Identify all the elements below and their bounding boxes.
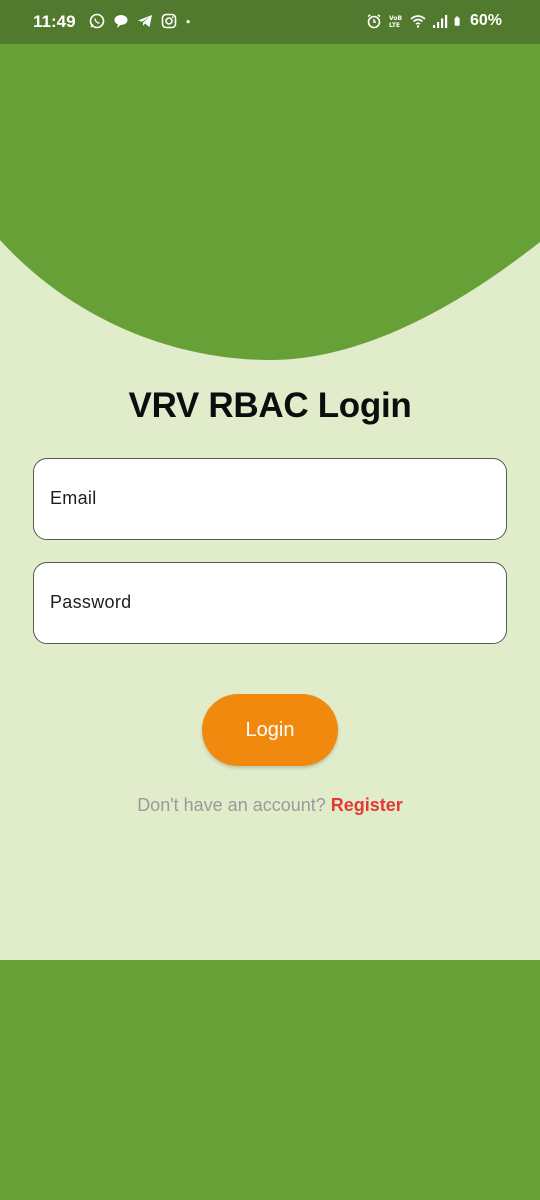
dot-icon: [186, 20, 190, 24]
notification-icons: [89, 13, 195, 29]
instagram-icon: [161, 13, 177, 29]
password-field[interactable]: Password: [33, 562, 507, 644]
svg-text:LTE: LTE: [389, 22, 400, 29]
battery-percent: 60%: [469, 12, 502, 29]
status-bar: 11:49 VoB LTE 60%: [0, 0, 540, 44]
register-prompt: Don't have an account?: [137, 795, 326, 815]
volte-icon: VoB LTE: [389, 15, 402, 29]
telegram-icon: [138, 15, 152, 27]
svg-text:VoB: VoB: [389, 15, 402, 22]
whatsapp-icon: [89, 13, 105, 29]
register-link[interactable]: Register: [331, 795, 403, 815]
login-button[interactable]: Login: [202, 694, 338, 766]
email-field[interactable]: Email: [33, 458, 507, 540]
header-wave: [0, 44, 540, 360]
page-title: VRV RBAC Login: [128, 386, 412, 425]
footer-band: [0, 960, 540, 1200]
system-status: VoB LTE 60%: [366, 12, 502, 30]
signal-icon: [432, 15, 448, 28]
status-time: 11:49: [33, 12, 76, 31]
chat-bubble-icon: [114, 15, 128, 28]
password-label: Password: [50, 592, 132, 612]
wifi-icon: [410, 15, 426, 28]
alarm-icon: [367, 14, 381, 29]
battery-icon: [454, 16, 460, 26]
register-prompt-line: Don't have an account? Register: [0, 795, 540, 816]
email-label: Email: [50, 488, 97, 508]
